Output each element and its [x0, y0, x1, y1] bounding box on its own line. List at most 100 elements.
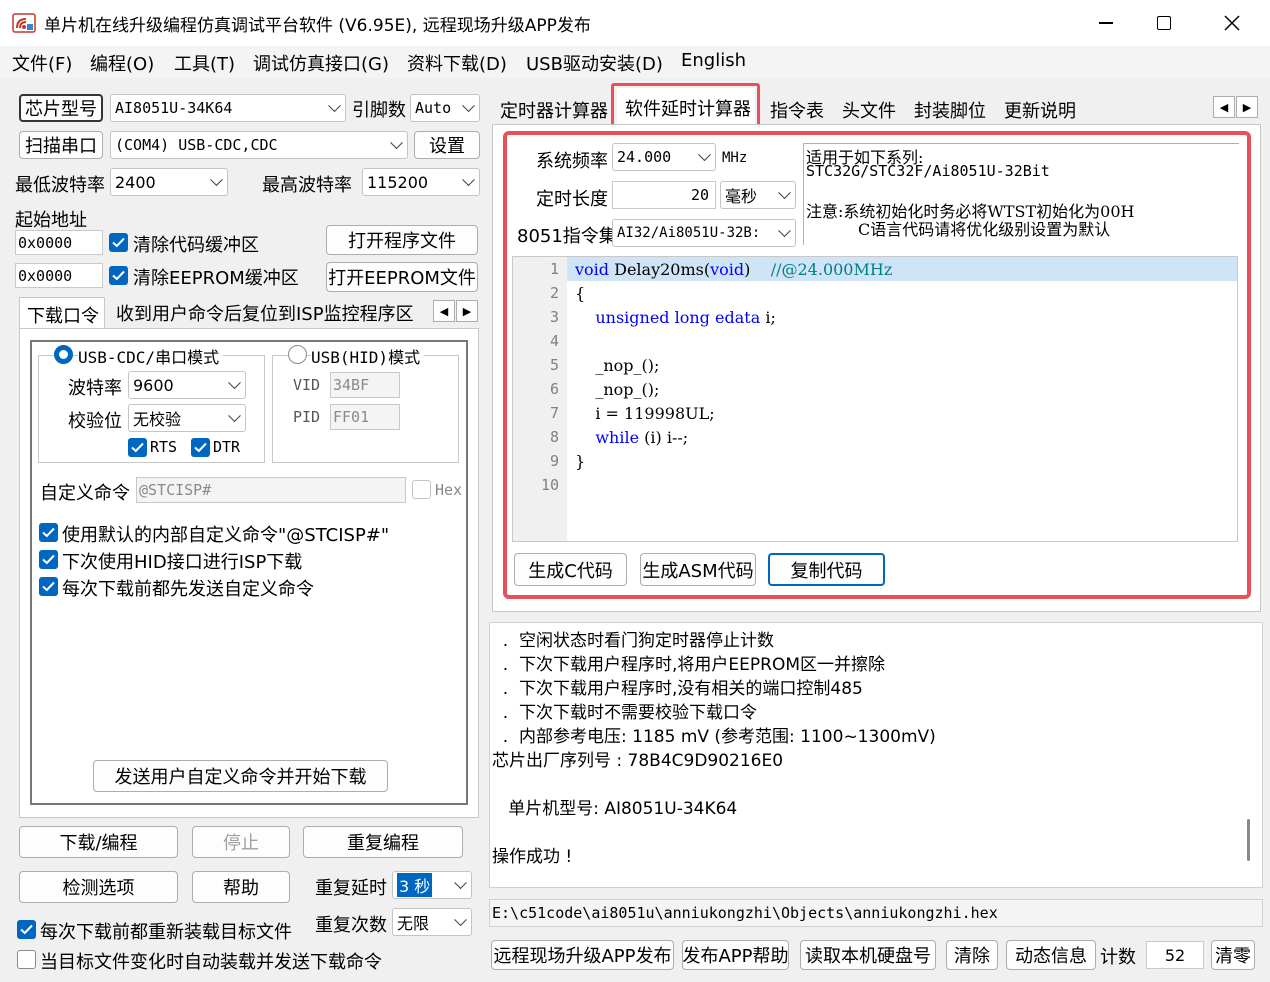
- menu-debug[interactable]: 调试仿真接口(G): [253, 50, 389, 76]
- hex-checkbox[interactable]: [412, 480, 431, 499]
- download-program-button[interactable]: 下载/编程: [19, 826, 178, 858]
- baud-select[interactable]: 9600: [128, 371, 246, 399]
- pid-input[interactable]: FF01: [330, 404, 400, 430]
- line-number: 3: [549, 308, 559, 326]
- code-line: while (i) i--;: [595, 428, 689, 447]
- minimize-button[interactable]: [1077, 0, 1135, 46]
- tab-scroll-right[interactable]: ▶: [456, 300, 478, 322]
- chip-model-value: AI8051U-34K64: [115, 99, 233, 117]
- dynamic-info-button[interactable]: 动态信息: [1006, 940, 1096, 970]
- reset-count-button[interactable]: 清零: [1211, 940, 1255, 970]
- code-line: _nop_();: [575, 356, 660, 375]
- read-disk-id-button[interactable]: 读取本机硬盘号: [800, 940, 936, 970]
- count-label: 计数: [1100, 947, 1136, 968]
- tab-update-notes[interactable]: 更新说明: [1004, 97, 1076, 123]
- delay-unit-select[interactable]: 毫秒: [720, 181, 796, 209]
- chip-model-button[interactable]: 芯片型号: [19, 94, 103, 122]
- log-line: . 下次下载用户程序时,将用户EEPROM区一并擦除: [492, 655, 886, 675]
- pin-count-select[interactable]: Auto: [410, 94, 480, 122]
- tab-instruction-table[interactable]: 指令表: [770, 97, 824, 123]
- copy-code-button[interactable]: 复制代码: [768, 553, 885, 586]
- tab-scroll-left[interactable]: ◀: [1213, 96, 1235, 118]
- line-number: 9: [549, 452, 559, 470]
- app-help-button[interactable]: 发布APP帮助: [682, 940, 789, 970]
- line-number-gutter: 1 2 3 4 5 6 7 8 9 10: [513, 257, 567, 541]
- generate-c-button[interactable]: 生成C代码: [514, 553, 627, 586]
- min-baud-select[interactable]: 2400: [110, 168, 228, 196]
- min-baud-label: 最低波特率: [15, 175, 105, 196]
- menu-downloads[interactable]: 资料下载(D): [407, 50, 507, 76]
- tab-label: 软件延时计算器: [625, 99, 751, 120]
- output-log[interactable]: . 空闲状态时看门狗定时器停止计数 . 下次下载用户程序时,将用户EEPROM区…: [489, 622, 1263, 888]
- maximize-button[interactable]: [1135, 0, 1193, 46]
- hid-mode-radio[interactable]: [288, 345, 307, 364]
- tab-timer-calculator[interactable]: 定时器计算器: [500, 97, 608, 123]
- auto-load-checkbox[interactable]: [17, 950, 36, 969]
- open-program-button[interactable]: 打开程序文件: [326, 225, 478, 255]
- menu-english[interactable]: English: [681, 50, 746, 71]
- repeat-program-button[interactable]: 重复编程: [303, 826, 463, 858]
- eeprom-address-input[interactable]: 0x0000: [15, 263, 103, 288]
- generate-asm-button[interactable]: 生成ASM代码: [640, 553, 756, 586]
- file-path-field[interactable]: E:\c51code\ai8051u\anniukongzhi\Objects\…: [489, 899, 1263, 927]
- line-number: 6: [549, 380, 559, 398]
- max-baud-select[interactable]: 115200: [362, 168, 480, 196]
- send-command-first-checkbox[interactable]: [39, 577, 58, 596]
- clear-log-button[interactable]: 清除: [946, 940, 998, 970]
- repeat-count-select[interactable]: 无限: [392, 908, 472, 936]
- open-eeprom-button[interactable]: 打开EEPROM文件: [326, 262, 478, 292]
- next-hid-isp-checkbox[interactable]: [39, 550, 58, 569]
- use-default-command-checkbox[interactable]: [39, 523, 58, 542]
- menu-program[interactable]: 编程(O): [90, 50, 154, 76]
- repeat-delay-select[interactable]: 3 秒: [392, 871, 472, 899]
- settings-button[interactable]: 设置: [414, 131, 480, 159]
- parity-label: 校验位: [68, 411, 122, 432]
- tab-reset-to-isp[interactable]: 收到用户命令后复位到ISP监控程序区: [116, 300, 414, 326]
- tab-header-files[interactable]: 头文件: [842, 97, 896, 123]
- check-options-button[interactable]: 检测选项: [19, 871, 178, 903]
- custom-command-label: 自定义命令: [40, 483, 130, 504]
- close-button[interactable]: [1203, 0, 1261, 46]
- cdc-mode-radio[interactable]: [54, 345, 73, 364]
- tab-scroll-left[interactable]: ◀: [433, 300, 455, 322]
- clear-eeprom-checkbox[interactable]: [109, 266, 128, 285]
- code-address-input[interactable]: 0x0000: [15, 230, 103, 255]
- line-number: 5: [549, 356, 559, 374]
- port-select[interactable]: (COM4) USB-CDC,CDC: [110, 131, 408, 159]
- chip-model-select[interactable]: AI8051U-34K64: [110, 94, 346, 122]
- chevron-down-icon: [778, 186, 791, 200]
- remote-upgrade-button[interactable]: 远程现场升级APP发布: [491, 940, 674, 970]
- parity-select[interactable]: 无校验: [128, 404, 246, 432]
- stop-button[interactable]: 停止: [192, 826, 290, 858]
- dtr-checkbox[interactable]: [191, 438, 210, 457]
- code-editor[interactable]: 1 2 3 4 5 6 7 8 9 10 void Delay20ms(void) //@24.0…: [512, 256, 1238, 542]
- reload-before-download-checkbox[interactable]: [17, 920, 36, 939]
- menu-usb-driver[interactable]: USB驱动安装(D): [526, 50, 663, 76]
- use-default-command-label: 使用默认的内部自定义命令"@STCISP#": [62, 525, 390, 546]
- scan-port-button[interactable]: 扫描串口: [19, 131, 103, 159]
- app-logo-icon: [12, 13, 36, 33]
- sys-freq-label: 系统频率: [536, 151, 608, 172]
- repeat-delay-value: 3 秒: [397, 873, 433, 897]
- tab-download-password[interactable]: 下载口令: [19, 297, 105, 329]
- help-button[interactable]: 帮助: [192, 871, 290, 903]
- tab-package-pins[interactable]: 封装脚位: [914, 97, 986, 123]
- baud-label: 波特率: [68, 378, 122, 399]
- custom-command-input[interactable]: @STCISP#: [136, 477, 406, 503]
- tab-software-delay[interactable]: 软件延时计算器: [617, 88, 755, 124]
- menu-tools[interactable]: 工具(T): [174, 50, 235, 76]
- repeat-count-label: 重复次数: [315, 915, 387, 936]
- chevron-down-icon: [228, 409, 241, 423]
- menu-file[interactable]: 文件(F): [12, 50, 72, 76]
- sys-freq-select[interactable]: 24.000: [612, 143, 716, 171]
- delay-length-input[interactable]: 20: [612, 181, 716, 209]
- isa-label: 8051指令集: [517, 226, 617, 247]
- rts-checkbox[interactable]: [128, 438, 147, 457]
- log-scrollbar-thumb[interactable]: [1247, 819, 1250, 861]
- baud-value: 9600: [133, 375, 174, 395]
- send-command-download-button[interactable]: 发送用户自定义命令并开始下载: [93, 760, 388, 792]
- tab-scroll-right[interactable]: ▶: [1236, 96, 1258, 118]
- clear-code-checkbox[interactable]: [109, 233, 128, 252]
- isa-select[interactable]: AI32/Ai8051U-32B:: [612, 219, 796, 247]
- vid-input[interactable]: 34BF: [330, 372, 400, 398]
